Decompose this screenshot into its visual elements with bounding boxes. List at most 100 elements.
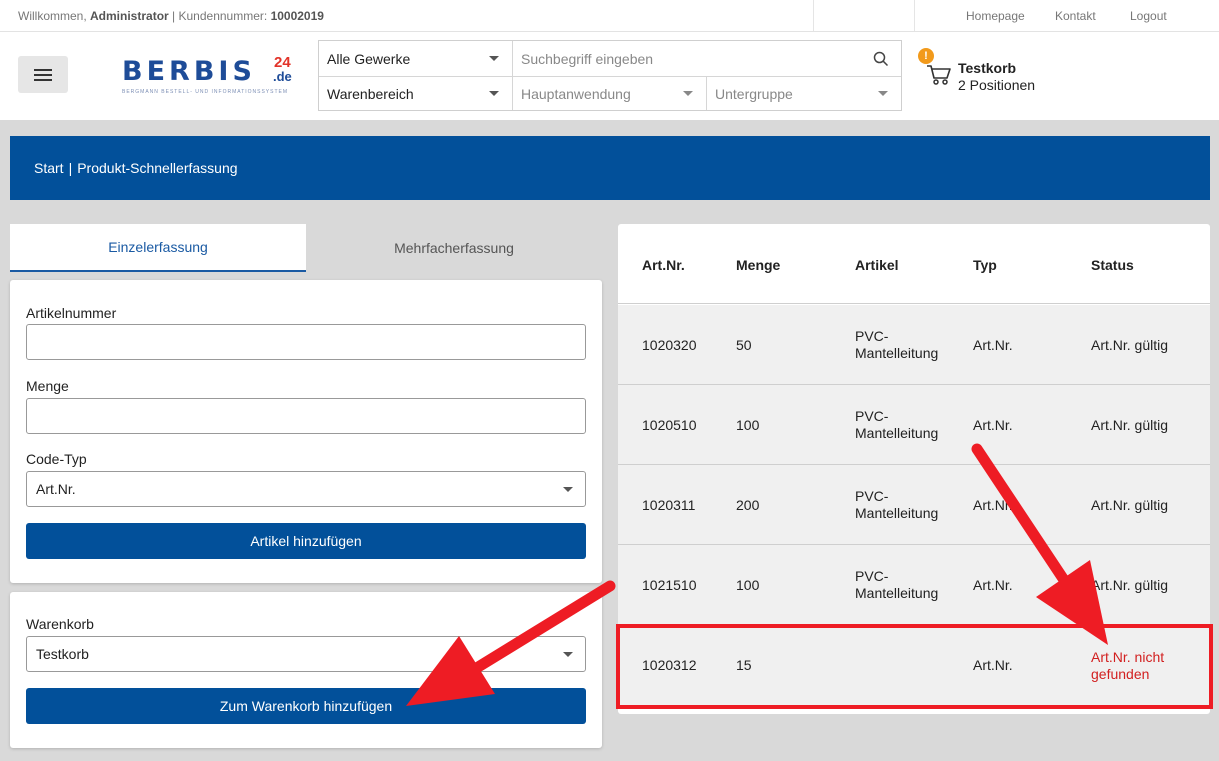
cell-typ: Art.Nr. (973, 657, 1013, 673)
tab-multiple-entry[interactable]: Mehrfacherfassung (306, 224, 602, 272)
table-row[interactable]: 1021510 100 PVC- Mantelleitung Art.Nr. A… (618, 545, 1210, 625)
quantity-input[interactable] (26, 398, 586, 434)
cell-menge: 50 (736, 337, 752, 353)
subgroup-select-value: Untergruppe (715, 86, 793, 102)
cell-menge: 100 (736, 577, 760, 593)
application-select[interactable]: Hauptanwendung (513, 77, 706, 111)
tab-single-entry[interactable]: Einzelerfassung (10, 224, 306, 272)
cell-menge: 100 (736, 417, 760, 433)
area-select[interactable]: Warenbereich (319, 77, 512, 111)
logo-brand: BERBIS (122, 56, 256, 87)
cart-widget[interactable]: ! Testkorb 2 Positionen (918, 48, 1058, 98)
chevron-down-icon (563, 652, 573, 657)
menu-button[interactable] (18, 56, 68, 93)
chevron-down-icon (878, 91, 888, 96)
add-article-button-label: Artikel hinzufügen (250, 533, 362, 549)
search-panel: Alle Gewerke Suchbegriff eingeben Warenb… (318, 40, 902, 111)
column-header-typ: Typ (973, 257, 997, 273)
results-table: Art.Nr. Menge Artikel Typ Status 1020320… (618, 224, 1210, 714)
cart-positions: 2 Positionen (958, 77, 1036, 93)
cell-artikel: PVC- (855, 568, 889, 584)
search-input[interactable]: Suchbegriff eingeben (513, 41, 863, 76)
chevron-down-icon (489, 91, 499, 96)
table-row[interactable]: 1020311 200 PVC- Mantelleitung Art.Nr. A… (618, 465, 1210, 545)
add-to-cart-button[interactable]: Zum Warenkorb hinzufügen (26, 688, 586, 724)
user-name: Administrator (90, 9, 169, 23)
code-type-select[interactable]: Art.Nr. (26, 471, 586, 507)
homepage-link[interactable]: Homepage (966, 9, 1025, 23)
table-row[interactable]: 1020510 100 PVC- Mantelleitung Art.Nr. A… (618, 385, 1210, 465)
breadcrumb-current: Produkt-Schnellerfassung (77, 160, 238, 176)
cell-menge: 15 (736, 657, 752, 673)
search-placeholder: Suchbegriff eingeben (521, 50, 654, 67)
customer-number: 10002019 (270, 9, 324, 23)
logout-link[interactable]: Logout (1130, 9, 1167, 23)
cell-artikel: Mantelleitung (855, 345, 939, 361)
cart-select-label: Warenkorb (26, 616, 94, 632)
add-to-cart-button-label: Zum Warenkorb hinzufügen (219, 698, 393, 714)
welcome-prefix: Willkommen, (18, 9, 87, 23)
add-article-button[interactable]: Artikel hinzufügen (26, 523, 586, 559)
chevron-down-icon (563, 487, 573, 492)
cell-artnr: 1020312 (642, 657, 697, 673)
code-type-value: Art.Nr. (36, 481, 76, 497)
cell-artnr: 1020510 (642, 417, 697, 433)
trade-select-value: Alle Gewerke (327, 50, 411, 67)
chevron-down-icon (683, 91, 693, 96)
column-header-menge: Menge (736, 257, 781, 273)
cell-menge: 200 (736, 497, 760, 513)
breadcrumb: Start | Produkt-Schnellerfassung (10, 136, 1210, 200)
cell-status: Art.Nr. gültig (1091, 497, 1169, 513)
chevron-down-icon (489, 56, 499, 61)
welcome-text: Willkommen, Administrator | Kundennummer… (18, 9, 324, 23)
cell-status: Art.Nr. gültig (1091, 337, 1169, 353)
column-header-artikel: Artikel (855, 257, 899, 273)
cell-artnr: 1020311 (642, 497, 696, 513)
table-row[interactable]: 1020320 50 PVC- Mantelleitung Art.Nr. Ar… (618, 305, 1210, 385)
cart-select-value: Testkorb (36, 646, 89, 662)
tab-single-entry-label: Einzelerfassung (108, 239, 208, 255)
cell-artnr: 1020320 (642, 337, 697, 353)
table-header: Art.Nr. Menge Artikel Typ Status (618, 224, 1210, 304)
entry-form-card: Artikelnummer Menge Code-Typ Art.Nr. Art… (10, 280, 602, 583)
subgroup-select[interactable]: Untergruppe (707, 77, 901, 111)
table-row[interactable]: 1020312 15 Art.Nr. Art.Nr. nicht gefunde… (618, 625, 1210, 707)
berbis-logo[interactable]: BERBIS 24 .de BERGMANN BESTELL- UND INFO… (122, 54, 300, 96)
cart-name: Testkorb (958, 60, 1017, 76)
cell-artikel: PVC- (855, 488, 889, 504)
cell-artikel: Mantelleitung (855, 505, 939, 521)
customer-number-label: | Kundennummer: (172, 9, 268, 23)
search-icon[interactable] (873, 51, 889, 67)
article-number-input[interactable] (26, 324, 586, 360)
cell-status: Art.Nr. gültig (1091, 417, 1169, 433)
cart-select[interactable]: Testkorb (26, 636, 586, 672)
logo-tagline: BERGMANN BESTELL- UND INFORMATIONSSYSTEM (122, 89, 289, 95)
article-number-label: Artikelnummer (26, 305, 117, 321)
logo-tld: .de (273, 69, 292, 84)
quantity-label: Menge (26, 378, 69, 394)
entry-tabs: Einzelerfassung Mehrfacherfassung (10, 224, 602, 272)
hamburger-icon (34, 78, 52, 81)
hamburger-icon (34, 73, 52, 76)
cell-typ: Art.Nr. (973, 497, 1013, 513)
area-select-value: Warenbereich (327, 86, 414, 102)
contact-link[interactable]: Kontakt (1055, 9, 1096, 23)
cell-typ: Art.Nr. (973, 417, 1013, 433)
top-bar: Willkommen, Administrator | Kundennummer… (0, 0, 1219, 32)
cart-alert-badge: ! (918, 48, 934, 64)
column-header-status: Status (1091, 257, 1134, 273)
cell-status: Art.Nr. gültig (1091, 577, 1169, 593)
cell-artikel: Mantelleitung (855, 425, 939, 441)
application-select-value: Hauptanwendung (521, 86, 631, 102)
trade-select[interactable]: Alle Gewerke (319, 41, 512, 76)
header: BERBIS 24 .de BERGMANN BESTELL- UND INFO… (0, 32, 1219, 120)
cell-typ: Art.Nr. (973, 337, 1013, 353)
breadcrumb-start-link[interactable]: Start (34, 160, 64, 176)
cell-typ: Art.Nr. (973, 577, 1013, 593)
cart-select-card: Warenkorb Testkorb Zum Warenkorb hinzufü… (10, 592, 602, 748)
cell-artikel: PVC- (855, 328, 889, 344)
cell-status-error: gefunden (1091, 666, 1150, 682)
divider (813, 0, 814, 31)
cell-artikel: Mantelleitung (855, 585, 939, 601)
column-header-artnr: Art.Nr. (642, 257, 685, 273)
